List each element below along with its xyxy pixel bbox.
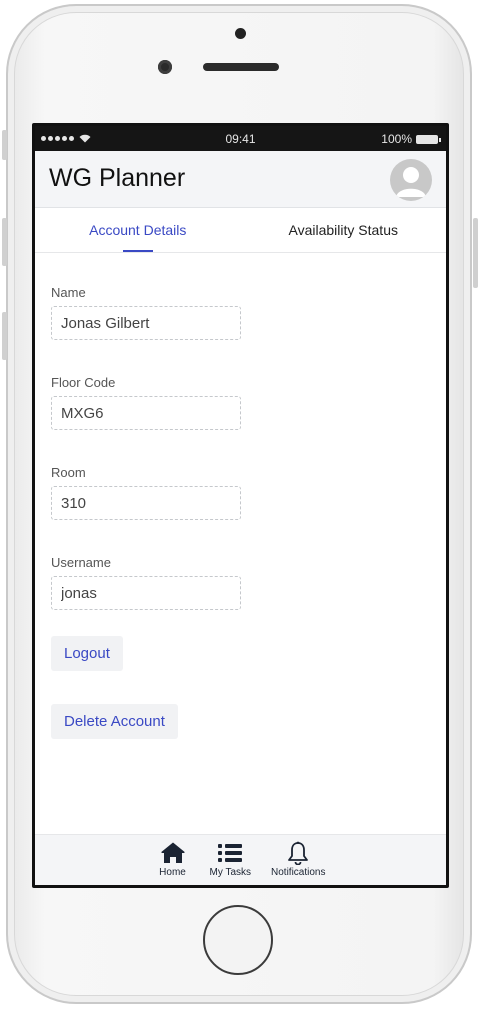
- volume-down-button: [2, 312, 7, 360]
- tab-bar: Account Details Availability Status: [35, 208, 446, 253]
- floor-code-field-group: Floor Code: [51, 375, 430, 430]
- status-bar: 09:41 100%: [35, 126, 446, 151]
- app-screen: 09:41 100% WG Planner Account Details Av…: [35, 126, 446, 885]
- tab-account-details[interactable]: Account Details: [35, 208, 241, 252]
- nav-label-my-tasks: My Tasks: [209, 867, 252, 878]
- nav-label-home: Home: [159, 867, 186, 878]
- home-hardware-button[interactable]: [203, 905, 273, 975]
- room-label: Room: [51, 465, 86, 480]
- nav-item-home[interactable]: Home: [156, 835, 190, 885]
- name-field-group: Name: [51, 285, 430, 340]
- nav-label-notifications: Notifications: [271, 867, 326, 878]
- power-button: [473, 218, 478, 288]
- list-icon: [218, 844, 243, 862]
- floor-code-input[interactable]: [51, 396, 241, 430]
- nav-item-notifications[interactable]: Notifications: [271, 835, 325, 885]
- earpiece-speaker: [203, 63, 279, 71]
- room-field-group: Room: [51, 465, 430, 520]
- battery-status: 100%: [381, 132, 441, 146]
- account-form: Name Floor Code Room Username Logout Del…: [35, 253, 446, 739]
- user-avatar-icon[interactable]: [390, 159, 432, 201]
- front-camera: [158, 60, 172, 74]
- app-bar: WG Planner: [35, 151, 446, 208]
- home-icon: [160, 842, 185, 863]
- floor-code-label: Floor Code: [51, 375, 116, 390]
- bottom-navigation: Home My Tasks Notifications: [35, 834, 446, 885]
- battery-icon: [416, 134, 441, 144]
- battery-percent: 100%: [381, 132, 412, 146]
- bell-icon: [288, 841, 309, 865]
- mute-switch: [2, 130, 7, 160]
- app-title: WG Planner: [49, 164, 186, 192]
- delete-account-button[interactable]: Delete Account: [51, 704, 178, 739]
- username-label: Username: [51, 555, 111, 570]
- tab-availability-status[interactable]: Availability Status: [241, 208, 447, 252]
- phone-screen: 09:41 100% WG Planner Account Details Av…: [32, 123, 449, 888]
- name-input[interactable]: [51, 306, 241, 340]
- username-input[interactable]: [51, 576, 241, 610]
- proximity-sensor: [235, 28, 246, 39]
- nav-item-my-tasks[interactable]: My Tasks: [209, 835, 252, 885]
- volume-up-button: [2, 218, 7, 266]
- username-field-group: Username: [51, 555, 430, 610]
- logout-button[interactable]: Logout: [51, 636, 123, 671]
- room-input[interactable]: [51, 486, 241, 520]
- name-label: Name: [51, 285, 86, 300]
